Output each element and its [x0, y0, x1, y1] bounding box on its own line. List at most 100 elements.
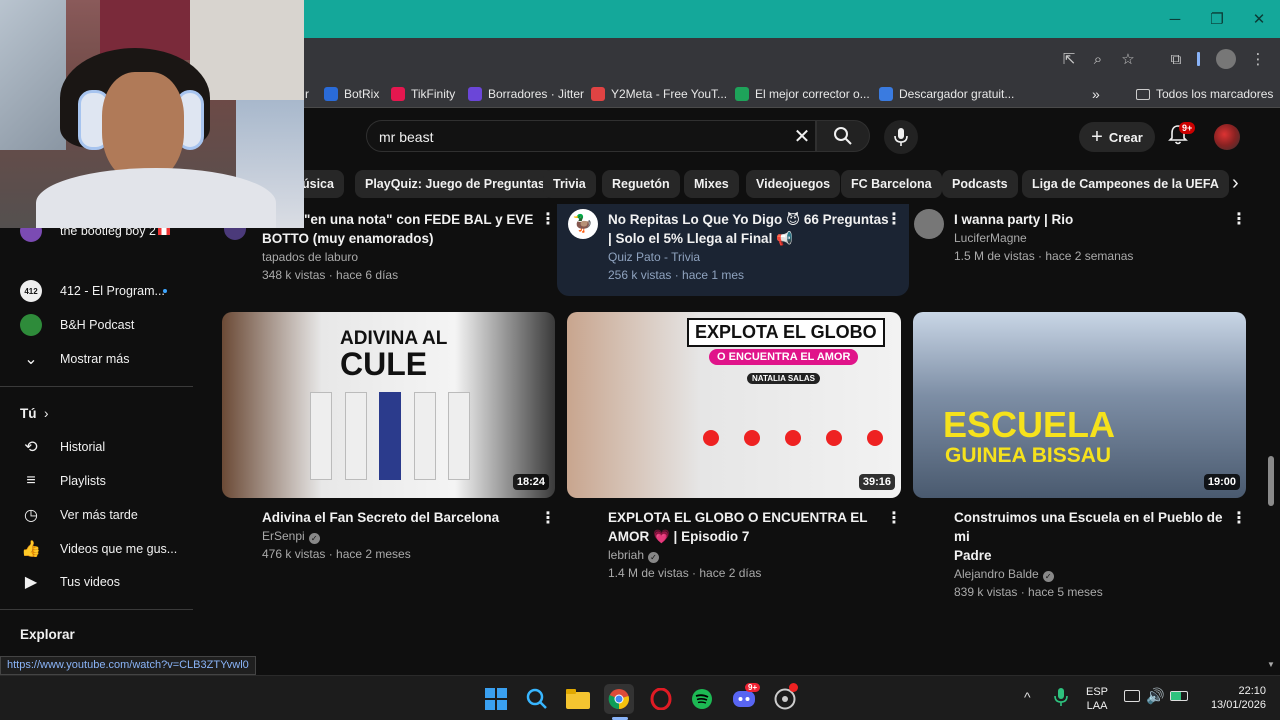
more-options-icon[interactable]: ⋮ — [1231, 511, 1247, 529]
scroll-down-arrow-icon[interactable]: ▼ — [1267, 660, 1275, 669]
chip-champions[interactable]: Liga de Campeones de la UEFA — [1022, 170, 1229, 198]
all-bookmarks-folder[interactable]: Todos los marcadores — [1136, 85, 1273, 103]
video-card-info-1[interactable]: Adivina el Fan Secreto del Barcelona ErS… — [262, 508, 542, 563]
clock[interactable]: 22:10 13/01/2026 — [1200, 684, 1266, 712]
verified-check-icon: ✓ — [308, 533, 320, 544]
bookmark-tikfinity[interactable]: TikFinity — [391, 85, 455, 103]
more-options-icon[interactable]: ⋮ — [540, 511, 556, 529]
sidebar-item-playlists[interactable]: ≡ Playlists — [0, 464, 194, 498]
language-indicator[interactable]: ESP LAA — [1086, 685, 1108, 713]
opera-icon[interactable] — [646, 684, 676, 714]
sidebar-item-your-videos[interactable]: ▶ Tus videos — [0, 565, 194, 599]
page-scrollbar-thumb[interactable] — [1268, 456, 1274, 506]
video-title[interactable]: Padre — [954, 546, 1236, 565]
battery-icon[interactable] — [1170, 691, 1188, 701]
chip-regueton[interactable]: Reguetón — [602, 170, 680, 198]
wall-poster — [0, 0, 66, 150]
sidebar-item-liked[interactable]: 👍 Videos que me gus... — [0, 532, 194, 566]
more-options-icon[interactable]: ⋮ — [540, 212, 556, 230]
bookmark-corrector[interactable]: El mejor corrector o... — [735, 85, 870, 103]
spotify-icon[interactable] — [687, 684, 717, 714]
plus-icon: + — [1091, 126, 1103, 148]
thumbnail-text: O ENCUENTRA EL AMOR — [709, 349, 859, 365]
install-app-icon[interactable]: ⇱ — [1059, 49, 1079, 69]
sidebar-you-heading[interactable]: Tú › — [0, 396, 194, 430]
sidebar-sub-412[interactable]: 412 412 - El Program... — [0, 274, 194, 308]
zoom-icon[interactable]: ⌕ — [1088, 49, 1108, 69]
video-thumbnail[interactable]: EXPLOTA EL GLOBO O ENCUENTRA EL AMOR NAT… — [567, 312, 901, 498]
bookmark-descargador[interactable]: Descargador gratuit... — [879, 85, 1014, 103]
extensions-icon[interactable]: ⧉ — [1166, 49, 1186, 69]
clear-search-icon[interactable]: ✕ — [792, 127, 812, 148]
create-button[interactable]: + Crear — [1079, 122, 1155, 152]
bookmark-star-icon[interactable]: ☆ — [1118, 49, 1138, 69]
more-options-icon[interactable]: ⋮ — [886, 511, 902, 529]
sidebar-sub-bh[interactable]: B&H Podcast — [0, 308, 194, 342]
chip-mixes[interactable]: Mixes — [684, 170, 739, 198]
channel-name[interactable]: LuciferMagne — [954, 229, 1234, 247]
profile-icon[interactable] — [1216, 49, 1236, 69]
video-title[interactable]: | Solo el 5% Llega al Final 📢 — [608, 229, 893, 248]
voice-search-button[interactable] — [884, 120, 918, 154]
bookmark-jitter[interactable]: Borradores · Jitter — [468, 85, 584, 103]
balloons-row — [703, 398, 883, 482]
video-title[interactable]: EXPLOTA EL GLOBO O ENCUENTRA EL — [608, 508, 893, 527]
account-avatar[interactable] — [1214, 124, 1240, 150]
video-title[interactable]: Construimos una Escuela en el Pueblo de … — [954, 508, 1236, 546]
volume-icon[interactable]: 🔊 — [1146, 687, 1165, 705]
video-title[interactable]: BOTTO (muy enamorados) — [262, 229, 542, 248]
minimize-icon[interactable]: ─ — [1154, 0, 1196, 38]
restore-icon[interactable]: ❐ — [1196, 0, 1238, 38]
tray-chevron-up-icon[interactable]: ^ — [1024, 689, 1031, 705]
channel-name[interactable]: Alejandro Balde — [954, 567, 1039, 581]
windows-start-icon[interactable] — [481, 684, 511, 714]
more-bookmarks-chevron-icon[interactable]: » — [1092, 85, 1100, 103]
video-card-info-3[interactable]: Construimos una Escuela en el Pueblo de … — [954, 508, 1236, 601]
video-card-info-2[interactable]: EXPLOTA EL GLOBO O ENCUENTRA EL AMOR 💗 |… — [608, 508, 893, 582]
sidebar-item-history[interactable]: ⟲ Historial — [0, 430, 194, 464]
search-input[interactable] — [379, 127, 779, 147]
search-button[interactable] — [816, 120, 870, 152]
duck-avatar-icon[interactable]: 🦆 — [568, 209, 598, 239]
network-icon[interactable] — [1124, 690, 1140, 702]
search-box[interactable] — [366, 120, 816, 152]
bookmark-y2meta[interactable]: Y2Meta - Free YouT... — [591, 85, 727, 103]
search-icon[interactable] — [522, 684, 552, 714]
close-window-icon[interactable]: ✕ — [1238, 0, 1280, 38]
video-title[interactable]: Adivina el Fan Secreto del Barcelona — [262, 508, 542, 527]
video-card-top-2[interactable]: No Repitas Lo Que Yo Digo 😈 66 Preguntas… — [608, 210, 893, 284]
video-title[interactable]: I wanna party | Rio — [954, 210, 1234, 229]
menu-dots-icon[interactable]: ⋮ — [1248, 49, 1268, 69]
file-explorer-icon[interactable] — [563, 684, 593, 714]
video-title[interactable]: AMOR 💗 | Episodio 7 — [608, 527, 893, 546]
video-card-top-3[interactable]: I wanna party | Rio LuciferMagne 1.5 M d… — [954, 210, 1234, 265]
bookmark-label: Y2Meta - Free YouT... — [611, 87, 728, 101]
more-options-icon[interactable]: ⋮ — [886, 212, 902, 230]
video-thumbnail[interactable]: ADIVINA AL CULE 18:24 — [222, 312, 555, 498]
bookmark-truncated[interactable]: r — [305, 85, 309, 103]
channel-avatar[interactable] — [914, 209, 944, 239]
microphone-icon[interactable] — [1054, 687, 1068, 712]
chip-playquiz[interactable]: PlayQuiz: Juego de Preguntas — [355, 170, 555, 198]
channel-name[interactable]: lebriah — [608, 548, 644, 562]
more-options-icon[interactable]: ⋮ — [1231, 212, 1247, 230]
sidebar-show-more[interactable]: ⌄ Mostrar más — [0, 342, 194, 376]
chip-trivia[interactable]: Trivia — [543, 170, 596, 198]
channel-name[interactable]: tapados de laburo — [262, 248, 542, 266]
video-thumbnail[interactable]: ESCUELA GUINEA BISSAU 19:00 — [913, 312, 1246, 498]
video-title[interactable]: No Repitas Lo Que Yo Digo 😈 66 Preguntas — [608, 210, 893, 229]
chevron-down-icon: ⌄ — [24, 351, 38, 368]
bookmark-botrix[interactable]: BotRix — [324, 85, 379, 103]
channel-name[interactable]: Quiz Pato - Trivia — [608, 248, 893, 266]
video-title[interactable]: ...os a "en una nota" con FEDE BAL y EVE — [262, 210, 542, 229]
sidebar-item-watch-later[interactable]: ◷ Ver más tarde — [0, 498, 194, 532]
chevron-right-icon[interactable]: › — [1232, 173, 1252, 194]
channel-name[interactable]: ErSenpi — [262, 529, 305, 543]
chip-videojuegos[interactable]: Videojuegos — [746, 170, 841, 198]
chip-fc-barcelona[interactable]: FC Barcelona — [841, 170, 942, 198]
bookmark-label: r — [305, 87, 309, 101]
video-card-top-1[interactable]: ...os a "en una nota" con FEDE BAL y EVE… — [262, 210, 542, 284]
webcam-overlay — [0, 0, 304, 228]
chrome-icon[interactable] — [604, 684, 634, 714]
chip-podcasts[interactable]: Podcasts — [942, 170, 1018, 198]
